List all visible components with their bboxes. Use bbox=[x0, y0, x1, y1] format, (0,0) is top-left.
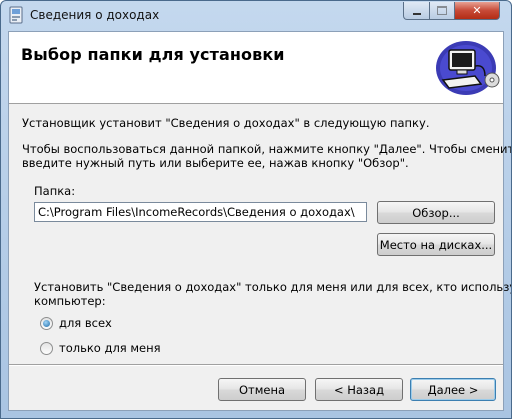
instructions-line-1: Чтобы воспользоваться данной папкой, наж… bbox=[22, 142, 512, 156]
wizard-header: Выбор папки для установки bbox=[9, 32, 503, 104]
close-button[interactable]: ✕ bbox=[454, 2, 500, 20]
next-button[interactable]: Далее > bbox=[410, 378, 496, 401]
footer-divider bbox=[9, 364, 503, 366]
computer-setup-icon bbox=[436, 41, 500, 95]
cancel-button[interactable]: Отмена bbox=[218, 378, 306, 401]
radio-just-me[interactable]: только для меня bbox=[40, 341, 161, 355]
installer-window: Сведения о доходах ✕ Выбор папки для уст… bbox=[0, 0, 512, 419]
minimize-button[interactable] bbox=[403, 2, 430, 20]
folder-label: Папка: bbox=[34, 184, 76, 198]
maximize-icon bbox=[437, 6, 447, 15]
installer-app-icon bbox=[9, 6, 23, 24]
radio-just-me-label: только для меня bbox=[59, 341, 161, 355]
intro-text: Установщик установит "Сведения о доходах… bbox=[22, 116, 430, 130]
browse-button[interactable]: Обзор... bbox=[377, 201, 495, 224]
back-button[interactable]: < Назад bbox=[315, 378, 403, 401]
minimize-icon bbox=[412, 12, 421, 15]
dialog-content: Выбор папки для установки Установщик уст… bbox=[8, 31, 511, 411]
radio-everyone-label: для всех bbox=[59, 316, 112, 330]
disk-cost-button[interactable]: Место на дисках... bbox=[377, 233, 495, 256]
radio-button-unchecked[interactable] bbox=[40, 341, 53, 355]
maximize-button[interactable] bbox=[429, 2, 455, 20]
close-icon: ✕ bbox=[472, 4, 482, 17]
instructions-line-2: введите нужный путь или выберите ее, наж… bbox=[22, 156, 409, 170]
install-for-line-2: компьютер: bbox=[34, 294, 106, 308]
folder-path-input[interactable]: C:\Program Files\IncomeRecords\Сведения … bbox=[34, 202, 367, 222]
radio-everyone[interactable]: для всех bbox=[40, 316, 112, 330]
window-title: Сведения о доходах bbox=[30, 8, 160, 22]
radio-button-checked[interactable] bbox=[40, 316, 53, 330]
title-bar[interactable]: Сведения о доходах ✕ bbox=[1, 1, 511, 31]
install-for-line-1: Установить "Сведения о доходах" только д… bbox=[34, 280, 512, 294]
page-title: Выбор папки для установки bbox=[21, 45, 285, 64]
